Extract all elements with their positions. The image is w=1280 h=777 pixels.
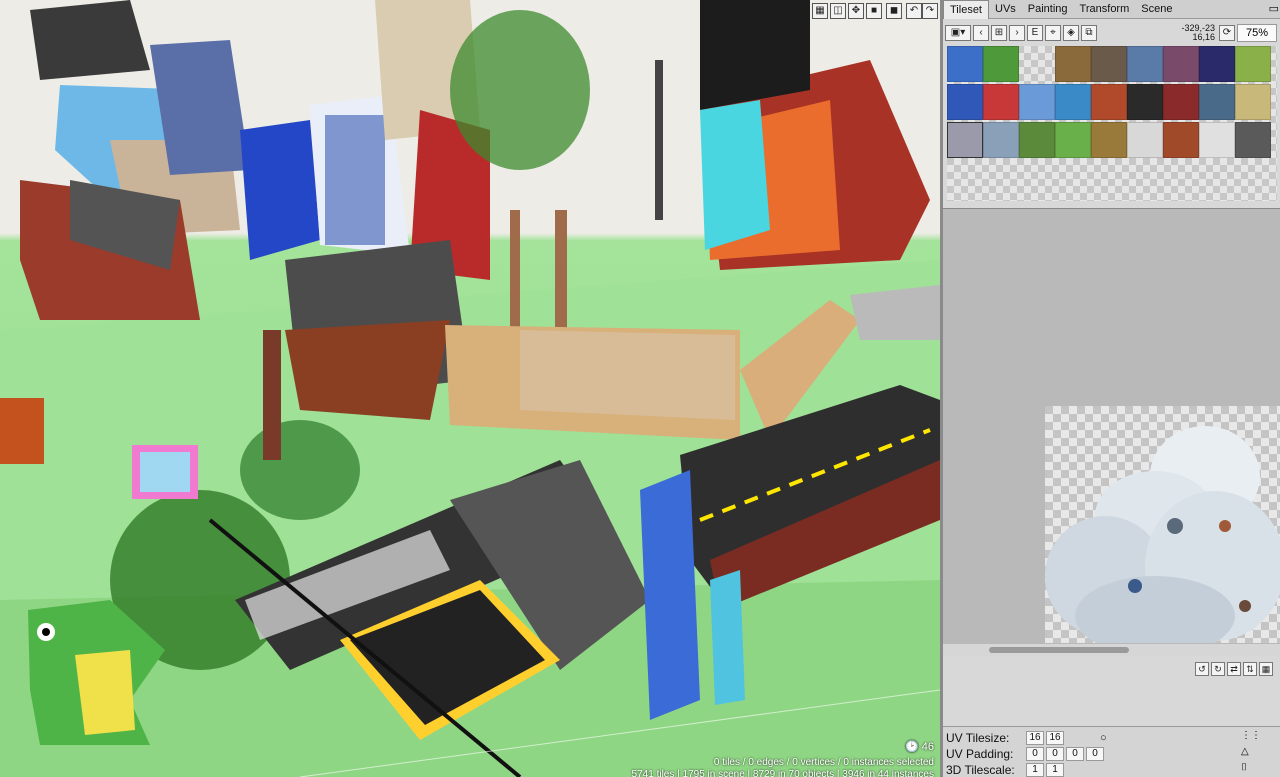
coords-line2: 16,16	[1192, 32, 1215, 42]
tile[interactable]	[1199, 46, 1235, 82]
tile[interactable]	[1055, 84, 1091, 120]
trash-bags-image	[1045, 426, 1280, 643]
dots-icon[interactable]: ⋮⋮	[1241, 730, 1261, 741]
scrollbar-thumb[interactable]	[989, 647, 1129, 653]
scene-render	[0, 0, 940, 777]
tile[interactable]	[1055, 46, 1091, 82]
fps-value: 46	[921, 741, 934, 753]
tab-painting[interactable]: Painting	[1022, 0, 1074, 19]
grid-icon[interactable]: ▦	[812, 3, 828, 19]
tileset-grid[interactable]	[947, 46, 1277, 201]
tile[interactable]	[1235, 46, 1271, 82]
tile[interactable]	[983, 84, 1019, 120]
mirror-icon[interactable]: ⇅	[1243, 662, 1257, 676]
copy-icon[interactable]: ⧉	[1081, 25, 1097, 41]
window-icon[interactable]: ▭	[1269, 2, 1279, 15]
uv-padding-right[interactable]: 0	[1066, 747, 1084, 761]
panel-tabs: Tileset UVs Painting Transform Scene ▭	[943, 0, 1280, 19]
uv-settings: UV Tilesize: 16 16 ○ UV Padding: 0 0 0 0…	[943, 726, 1280, 777]
texture-preview	[1045, 406, 1280, 643]
uv-tilesize-row: UV Tilesize: 16 16 ○	[946, 730, 1107, 746]
tilescale-y[interactable]: 1	[1046, 763, 1064, 777]
tile[interactable]	[1199, 84, 1235, 120]
tile[interactable]	[1091, 122, 1127, 158]
tile[interactable]	[1163, 46, 1199, 82]
uv-preview[interactable]	[943, 208, 1280, 656]
tile[interactable]	[1091, 46, 1127, 82]
tile[interactable]	[1019, 122, 1055, 158]
next-icon[interactable]: ›	[1009, 25, 1025, 41]
scene-stats: 5741 tiles | 1795 in scene | 8729 in 70 …	[631, 769, 934, 777]
tile[interactable]	[947, 46, 983, 82]
tile[interactable]	[1019, 84, 1055, 120]
tile[interactable]	[983, 46, 1019, 82]
tilescale-row: 3D Tilescale: 1 1	[946, 762, 1066, 777]
grid-small-icon[interactable]: ▦	[1259, 662, 1273, 676]
camera-icon[interactable]: ◫	[830, 3, 846, 19]
zoom-select[interactable]: 75%	[1237, 24, 1277, 42]
tile[interactable]	[1127, 122, 1163, 158]
side-panel: Tileset UVs Painting Transform Scene ▭ ▣…	[940, 0, 1280, 777]
uv-padding-row: UV Padding: 0 0 0 0	[946, 746, 1106, 762]
move-icon[interactable]: ✥	[848, 3, 864, 19]
uv-padding-label: UV Padding:	[946, 747, 1014, 761]
tile[interactable]	[1127, 46, 1163, 82]
rotate-left-icon[interactable]: ↺	[1195, 662, 1209, 676]
refresh-icon[interactable]: ⟳	[1219, 25, 1235, 41]
tile[interactable]	[1235, 122, 1271, 158]
circle-toggle-icon[interactable]: ○	[1100, 732, 1107, 744]
tile[interactable]	[1163, 122, 1199, 158]
uv-tilesize-y[interactable]: 16	[1046, 731, 1064, 745]
tilescale-label: 3D Tilescale:	[946, 763, 1015, 777]
uv-transform-tools: ↺ ↻ ⇄ ⇅ ▦	[1195, 662, 1275, 676]
tab-scene[interactable]: Scene	[1135, 0, 1178, 19]
tile[interactable]	[1199, 122, 1235, 158]
tile[interactable]	[983, 122, 1019, 158]
undo-icon[interactable]: ↶	[906, 3, 922, 19]
prev-icon[interactable]: ‹	[973, 25, 989, 41]
uv-padding-bottom[interactable]: 0	[1086, 747, 1104, 761]
diamond-icon[interactable]: ◈	[1063, 25, 1079, 41]
tile[interactable]	[1127, 84, 1163, 120]
layout-icon[interactable]: ⊞	[991, 25, 1007, 41]
cursor-coords: -329,-23 16,16	[1171, 24, 1215, 42]
tile[interactable]	[947, 84, 983, 120]
tab-tileset[interactable]: Tileset	[943, 0, 989, 19]
bracket-icon[interactable]: ⌷	[1241, 762, 1247, 773]
tile[interactable]	[1163, 84, 1199, 120]
tile-selected[interactable]	[947, 122, 983, 158]
tile[interactable]	[1091, 84, 1127, 120]
uv-tilesize-label: UV Tilesize:	[946, 731, 1010, 745]
uv-padding-top[interactable]: 0	[1046, 747, 1064, 761]
redo-icon[interactable]: ↷	[922, 3, 938, 19]
tileset-toolbar: ▣▾ ‹ ⊞ › E ⌖ ◈ ⧉ -329,-23 16,16 ⟳ 75%	[945, 22, 1280, 44]
tile[interactable]	[1235, 84, 1271, 120]
tilescale-x[interactable]: 1	[1026, 763, 1044, 777]
flip-icon[interactable]: ⇄	[1227, 662, 1241, 676]
rotate-right-icon[interactable]: ↻	[1211, 662, 1225, 676]
edit-icon[interactable]: E	[1027, 25, 1043, 41]
3d-viewport[interactable]: ▦ ◫ ✥ ■ ◼ ↶ ↷ 🕑 46 0 tiles / 0 edges / 0…	[0, 0, 940, 777]
pick-icon[interactable]: ⌖	[1045, 25, 1061, 41]
uv-padding-left[interactable]: 0	[1026, 747, 1044, 761]
tile[interactable]	[1055, 122, 1091, 158]
stop-icon[interactable]: ◼	[886, 3, 902, 19]
uv-horizontal-scrollbar[interactable]	[943, 644, 1280, 656]
clock-icon: 🕑	[904, 741, 922, 753]
fps-counter: 🕑 46	[905, 740, 934, 753]
uv-tilesize-x[interactable]: 16	[1026, 731, 1044, 745]
tab-uvs[interactable]: UVs	[989, 0, 1022, 19]
selection-status: 0 tiles / 0 edges / 0 vertices / 0 insta…	[713, 757, 934, 768]
triangle-icon[interactable]: △	[1241, 746, 1249, 757]
tab-transform[interactable]: Transform	[1074, 0, 1136, 19]
cube-icon[interactable]: ■	[866, 3, 882, 19]
image-menu-icon[interactable]: ▣▾	[945, 25, 971, 41]
